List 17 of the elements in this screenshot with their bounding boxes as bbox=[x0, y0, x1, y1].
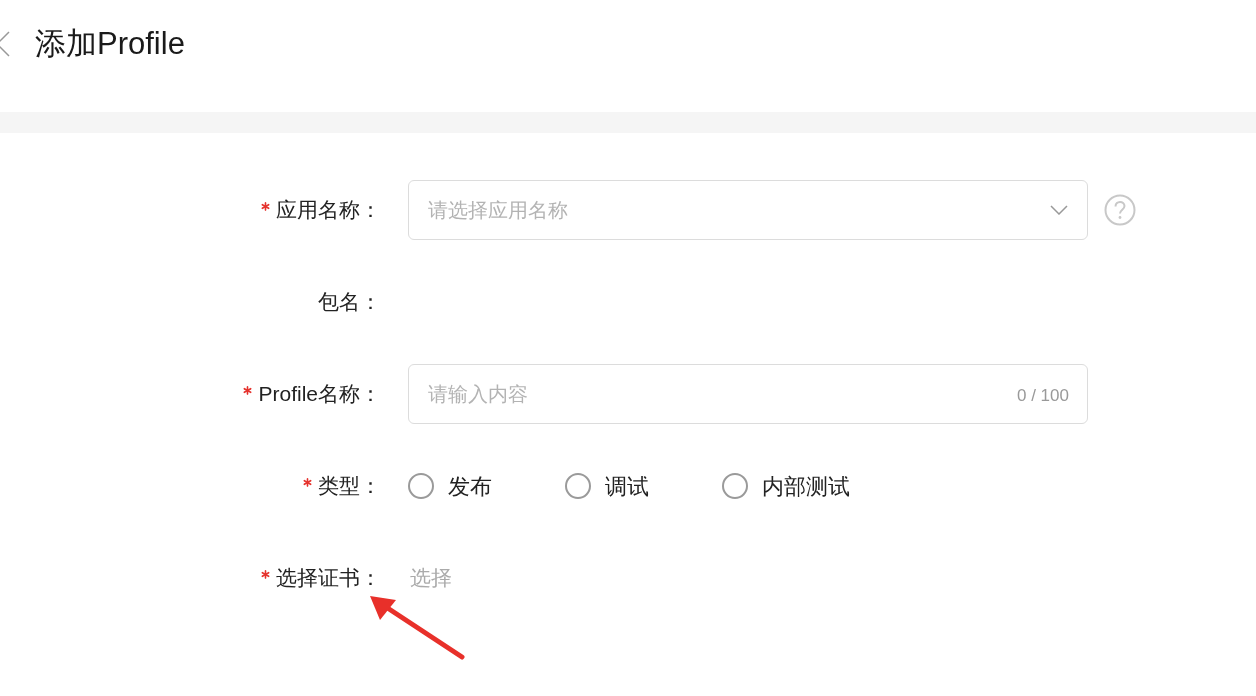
back-icon[interactable] bbox=[0, 31, 10, 57]
radio-option[interactable]: 发布 bbox=[408, 469, 565, 503]
field-label: Profile名称： bbox=[258, 381, 381, 408]
field-label: 选择证书： bbox=[276, 565, 381, 592]
radio-label: 内部测试 bbox=[762, 472, 850, 501]
radio-option[interactable]: 调试 bbox=[565, 469, 722, 503]
character-counter: 0 / 100 bbox=[1017, 385, 1069, 407]
select-placeholder: 请选择应用名称 bbox=[428, 198, 568, 223]
chevron-down-icon bbox=[1050, 205, 1068, 215]
field-label: 类型： bbox=[318, 473, 381, 500]
field-label: 应用名称： bbox=[276, 197, 381, 224]
radio-label: 调试 bbox=[605, 472, 649, 501]
help-icon[interactable] bbox=[1104, 194, 1136, 226]
radio-option[interactable]: 内部测试 bbox=[722, 469, 879, 503]
field-label: 包名： bbox=[318, 289, 381, 316]
radio-label: 发布 bbox=[448, 472, 492, 501]
page-title: 添加Profile bbox=[35, 24, 185, 63]
